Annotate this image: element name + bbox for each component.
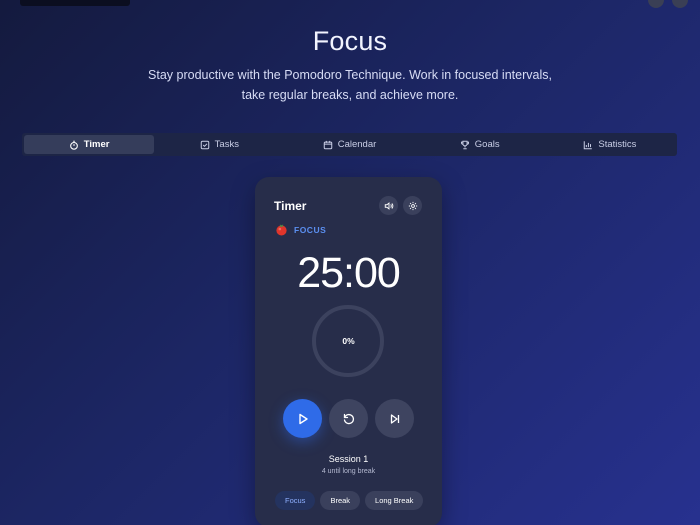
speaker-icon <box>384 201 393 210</box>
play-button[interactable] <box>283 399 322 438</box>
tomato-icon <box>276 224 287 236</box>
mode-long-break-button[interactable]: Long Break <box>365 491 424 510</box>
tab-label: Goals <box>474 139 500 150</box>
skip-icon <box>390 413 399 424</box>
timer-display: 25:00 <box>297 249 401 297</box>
tab-goals[interactable]: Goals <box>415 135 545 154</box>
play-icon <box>298 413 308 424</box>
main-tabs: Timer Tasks Calendar Goals Statistics <box>22 133 677 156</box>
calendar-icon <box>323 140 332 149</box>
sound-button[interactable] <box>379 196 398 215</box>
checkbox-icon <box>200 140 209 149</box>
stopwatch-icon <box>69 140 78 150</box>
bar-chart-icon <box>584 140 593 149</box>
page-subtitle: Stay productive with the Pomodoro Techni… <box>148 68 552 102</box>
tab-label: Statistics <box>598 139 637 150</box>
until-long-break: 4 until long break <box>321 468 376 475</box>
current-mode: FOCUS <box>275 223 326 236</box>
top-right-button-2[interactable] <box>672 0 688 8</box>
tab-label: Calendar <box>337 139 377 150</box>
mode-label: FOCUS <box>294 224 327 235</box>
tab-statistics[interactable]: Statistics <box>545 135 675 154</box>
gear-icon <box>408 201 417 210</box>
page-title: Focus <box>312 26 388 56</box>
tab-timer[interactable]: Timer <box>24 135 155 154</box>
trophy-icon <box>460 140 469 149</box>
progress-percent: 0% <box>342 336 355 346</box>
tab-calendar[interactable]: Calendar <box>284 135 414 154</box>
timer-card: Timer FOCUS 25:00 0% Session 1 4 until l… <box>255 177 442 525</box>
timer-card-title: Timer <box>274 199 307 213</box>
settings-button[interactable] <box>403 196 422 215</box>
session-label: Session 1 <box>328 454 369 464</box>
tab-label: Timer <box>83 139 110 150</box>
top-right-controls <box>648 0 688 8</box>
tab-label: Tasks <box>214 139 239 150</box>
reset-button[interactable] <box>329 399 368 438</box>
top-right-button-1[interactable] <box>648 0 664 8</box>
reset-icon <box>343 413 354 424</box>
tab-tasks[interactable]: Tasks <box>154 135 284 154</box>
mode-selector: Focus Break Long Break <box>275 491 424 510</box>
top-left-bar <box>20 0 130 6</box>
mode-break-button[interactable]: Break <box>320 491 361 510</box>
skip-button[interactable] <box>375 399 414 438</box>
mode-focus-button[interactable]: Focus <box>275 491 316 510</box>
